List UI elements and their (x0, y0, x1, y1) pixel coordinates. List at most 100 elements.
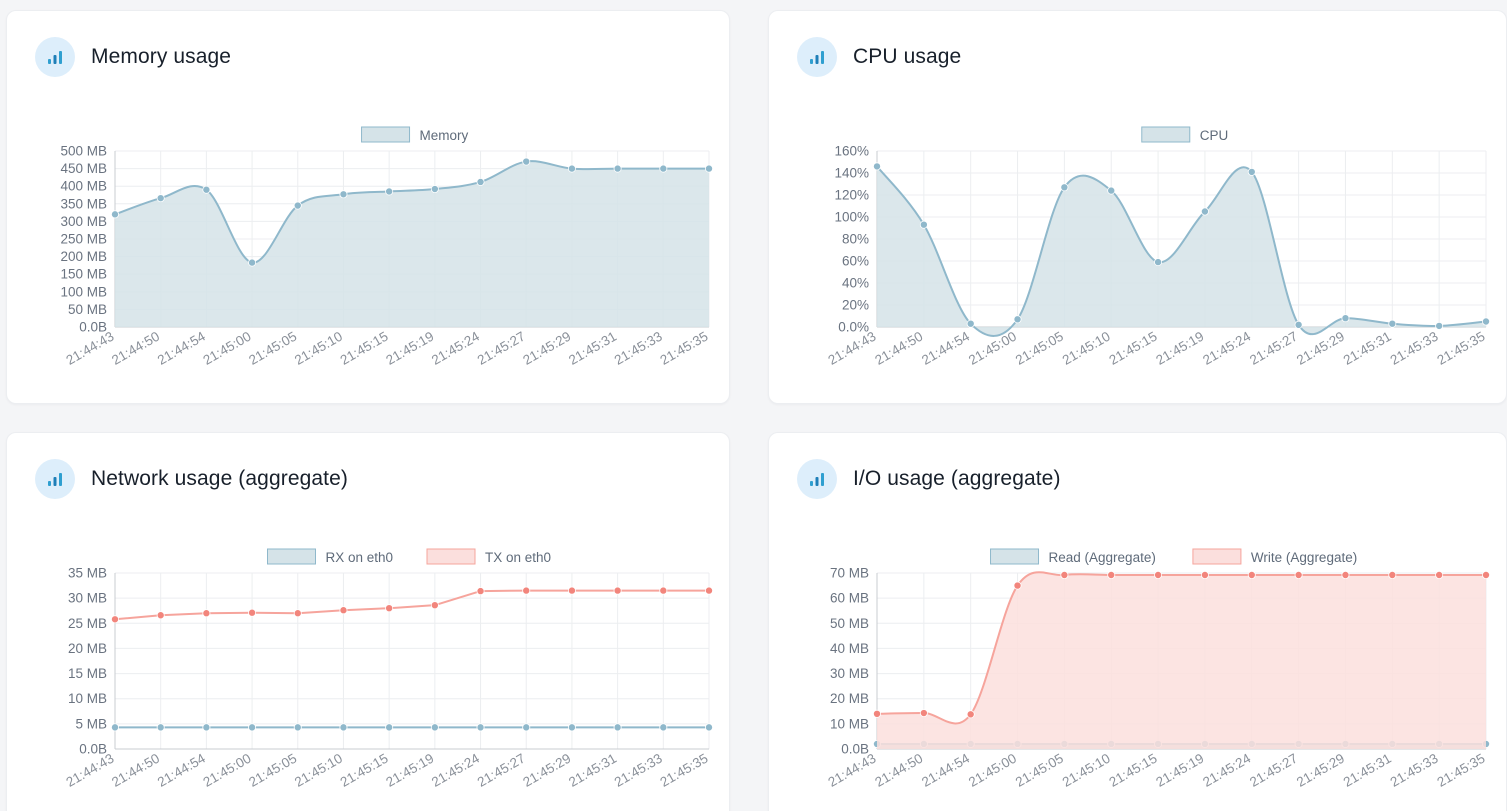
data-point[interactable] (1294, 320, 1303, 329)
data-point[interactable] (111, 723, 120, 732)
x-axis-tick: 21:45:33 (1388, 329, 1441, 368)
data-point[interactable] (1482, 571, 1491, 580)
data-point[interactable] (430, 601, 439, 610)
card-title: Memory usage (91, 45, 232, 68)
data-point[interactable] (339, 190, 348, 199)
data-point[interactable] (1013, 315, 1022, 324)
x-axis-tick: 21:45:10 (292, 329, 345, 368)
data-point[interactable] (705, 723, 714, 732)
y-axis-tick: 350 MB (60, 196, 107, 211)
data-point[interactable] (385, 723, 394, 732)
x-axis-tick: 21:45:29 (1294, 751, 1347, 790)
data-point[interactable] (111, 210, 120, 219)
data-point[interactable] (1060, 571, 1069, 580)
data-point[interactable] (339, 606, 348, 615)
data-point[interactable] (385, 604, 394, 613)
data-point[interactable] (476, 723, 485, 732)
data-point[interactable] (966, 710, 975, 719)
data-point[interactable] (873, 709, 882, 718)
data-point[interactable] (522, 586, 531, 595)
y-axis-tick: 20% (842, 298, 869, 313)
x-axis-tick: 21:45:00 (966, 751, 1019, 790)
data-point[interactable] (567, 164, 576, 173)
data-point[interactable] (659, 164, 668, 173)
x-axis-tick: 21:44:54 (155, 328, 208, 368)
data-point[interactable] (385, 187, 394, 196)
data-point[interactable] (705, 164, 714, 173)
data-point[interactable] (1013, 581, 1022, 590)
data-point[interactable] (202, 185, 211, 194)
series-area (877, 572, 1486, 749)
data-point[interactable] (1294, 571, 1303, 580)
data-point[interactable] (567, 586, 576, 595)
data-point[interactable] (476, 177, 485, 186)
x-axis-tick: 21:44:54 (919, 328, 972, 368)
chart-io-usage[interactable]: Read (Aggregate) Write (Aggregate) 0.0B 10 … (769, 537, 1506, 811)
data-point[interactable] (522, 723, 531, 732)
data-point[interactable] (430, 723, 439, 732)
data-point[interactable] (248, 723, 257, 732)
data-point[interactable] (248, 608, 257, 617)
x-axis-tick: 21:45:19 (1153, 751, 1206, 790)
data-point[interactable] (1200, 571, 1209, 580)
data-point[interactable] (919, 709, 928, 718)
data-point[interactable] (659, 586, 668, 595)
y-axis-tick: 160% (834, 144, 869, 159)
data-point[interactable] (873, 162, 882, 171)
data-point[interactable] (111, 615, 120, 624)
data-point[interactable] (1247, 571, 1256, 580)
data-point[interactable] (202, 723, 211, 732)
x-axis-tick: 21:45:10 (1060, 329, 1113, 368)
data-point[interactable] (1388, 319, 1397, 328)
data-point[interactable] (1060, 183, 1069, 192)
x-axis-tick: 21:45:33 (1388, 751, 1441, 790)
x-axis-tick: 21:45:29 (520, 751, 573, 790)
data-point[interactable] (339, 723, 348, 732)
data-point[interactable] (202, 609, 211, 618)
data-point[interactable] (1154, 258, 1163, 267)
data-point[interactable] (293, 723, 302, 732)
x-axis-tick: 21:45:19 (383, 751, 436, 790)
data-point[interactable] (1435, 571, 1444, 580)
data-point[interactable] (293, 201, 302, 210)
data-point[interactable] (1154, 571, 1163, 580)
data-point[interactable] (1388, 571, 1397, 580)
data-point[interactable] (613, 723, 622, 732)
y-axis-tick: 150 MB (60, 267, 107, 282)
x-axis-tick: 21:44:50 (872, 329, 925, 368)
data-point[interactable] (613, 586, 622, 595)
x-axis-tick: 21:45:10 (1060, 751, 1113, 790)
data-point[interactable] (293, 609, 302, 618)
data-point[interactable] (1341, 571, 1350, 580)
y-axis-tick: 25 MB (68, 616, 107, 631)
data-point[interactable] (966, 319, 975, 328)
data-point[interactable] (1482, 317, 1491, 326)
data-point[interactable] (1107, 571, 1116, 580)
data-point[interactable] (522, 157, 531, 166)
data-point[interactable] (1107, 186, 1116, 195)
data-point[interactable] (1435, 321, 1444, 330)
data-point[interactable] (613, 164, 622, 173)
x-axis-tick: 21:45:27 (1247, 329, 1300, 368)
data-point[interactable] (1200, 207, 1209, 216)
data-point[interactable] (567, 723, 576, 732)
data-point[interactable] (705, 586, 714, 595)
chart-network-usage[interactable]: RX on eth0 TX on eth0 0.0B 5 MB 10 MB 15 MB 20… (7, 537, 729, 811)
chart-cpu-usage[interactable]: CPU 0.0% 20% 40% 60% 80% 100% 120% 140% 160% 21:44… (769, 115, 1506, 403)
y-axis-tick: 250 MB (60, 232, 107, 247)
card-cpu-usage: CPU usage CPU 0.0% 20% 40% 60% 80% 100% 120% 140… (768, 10, 1507, 404)
data-point[interactable] (156, 194, 165, 203)
chart-memory-usage[interactable]: Memory 0.0B 50 MB 100 MB 150 MB 200 MB 250 MB 3… (7, 115, 729, 403)
data-point[interactable] (476, 587, 485, 596)
data-point[interactable] (156, 723, 165, 732)
data-point[interactable] (919, 220, 928, 229)
data-point[interactable] (1341, 314, 1350, 323)
data-point[interactable] (1247, 167, 1256, 176)
x-axis-tick: 21:45:33 (612, 751, 665, 790)
data-point[interactable] (248, 258, 257, 267)
data-point[interactable] (156, 611, 165, 620)
data-point[interactable] (430, 185, 439, 194)
x-axis-tick: 21:45:24 (1200, 750, 1253, 790)
data-point[interactable] (659, 723, 668, 732)
x-axis-tick: 21:45:15 (1107, 329, 1160, 368)
